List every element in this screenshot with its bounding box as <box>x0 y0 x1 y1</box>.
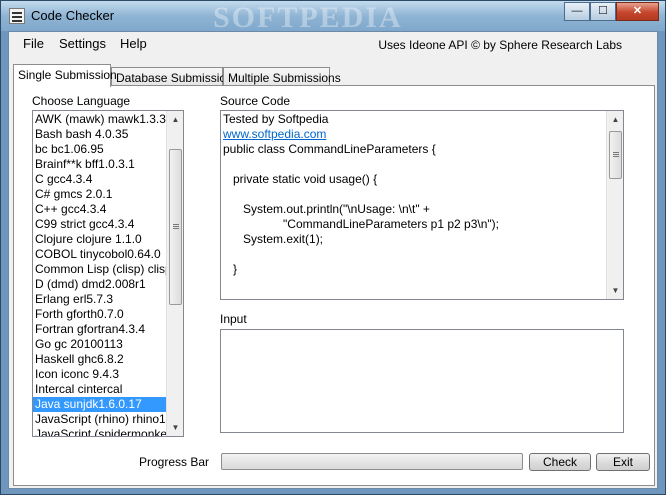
language-option[interactable]: C# gmcs 2.0.1 <box>33 187 166 202</box>
language-option[interactable]: Bash bash 4.0.35 <box>33 127 166 142</box>
language-option[interactable]: bc bc1.06.95 <box>33 142 166 157</box>
source-code-line: private static void usage() { <box>223 172 378 186</box>
app-window: Code Checker SOFTPEDIA — ☐ ✕ File Settin… <box>0 0 666 495</box>
source-code-line: System.exit(1); <box>223 232 324 246</box>
progress-bar <box>221 453 523 470</box>
source-code-line: "CommandLineParameters p1 p2 p3\n"); <box>223 217 499 231</box>
scroll-down-icon[interactable]: ▼ <box>167 419 183 436</box>
language-option[interactable]: C99 strict gcc4.3.4 <box>33 217 166 232</box>
close-button[interactable]: ✕ <box>616 2 659 21</box>
language-option[interactable]: Common Lisp (clisp) clisp 2. <box>33 262 166 277</box>
menu-settings[interactable]: Settings <box>59 36 106 51</box>
language-listbox[interactable]: AWK (mawk) mawk1.3.3 Bash bash 4.0.35 bc b… <box>32 110 184 437</box>
scroll-thumb[interactable] <box>609 131 622 179</box>
thumb-grip-icon <box>613 152 619 153</box>
single-submission-panel: Choose Language AWK (mawk) mawk1.3.3 Bash… <box>13 85 655 486</box>
language-option[interactable]: Icon iconc 9.4.3 <box>33 367 166 382</box>
language-option[interactable]: C++ gcc4.3.4 <box>33 202 166 217</box>
input-textarea[interactable] <box>220 329 624 433</box>
input-label: Input <box>220 312 247 326</box>
client-area: File Settings Help Uses Ideone API © by … <box>8 31 658 489</box>
source-code-lines: Tested by Softpedia www.softpedia.com publ… <box>223 112 608 299</box>
language-option[interactable]: Intercal cintercal <box>33 382 166 397</box>
window-controls: — ☐ ✕ <box>564 2 659 21</box>
language-option[interactable]: Forth gforth0.7.0 <box>33 307 166 322</box>
source-code-line <box>223 247 608 262</box>
language-list: AWK (mawk) mawk1.3.3 Bash bash 4.0.35 bc b… <box>33 112 166 436</box>
scroll-up-icon[interactable]: ▲ <box>167 111 183 128</box>
source-code-line: Tested by Softpedia <box>223 112 329 126</box>
language-option[interactable]: D (dmd) dmd2.008r1 <box>33 277 166 292</box>
source-code-line <box>223 292 608 299</box>
source-code-line: } <box>223 262 238 276</box>
tab-single-submission[interactable]: Single Submission <box>13 64 117 87</box>
source-code-link[interactable]: www.softpedia.com <box>223 127 608 142</box>
language-option[interactable]: Brainf**k bff1.0.3.1 <box>33 157 166 172</box>
title-bar[interactable]: Code Checker SOFTPEDIA — ☐ ✕ <box>1 1 665 34</box>
source-code-line <box>223 187 608 202</box>
tab-database-submission[interactable]: Database Submission <box>111 67 233 87</box>
source-code-textarea[interactable]: Tested by Softpedia www.softpedia.com publ… <box>220 110 624 300</box>
source-code-scrollbar[interactable]: ▲ ▼ <box>606 111 623 299</box>
source-code-line: public class CommandLineParameters { <box>223 142 436 156</box>
scroll-down-icon[interactable]: ▼ <box>607 282 623 299</box>
menu-help[interactable]: Help <box>120 36 147 51</box>
progress-bar-label: Progress Bar <box>139 455 210 469</box>
menu-file[interactable]: File <box>23 36 44 51</box>
thumb-grip-icon <box>173 224 179 225</box>
exit-button[interactable]: Exit <box>596 453 650 471</box>
check-button[interactable]: Check <box>529 453 591 471</box>
scroll-thumb[interactable] <box>169 149 182 305</box>
source-code-line <box>223 277 608 292</box>
tab-multiple-submissions[interactable]: Multiple Submissions <box>223 67 341 87</box>
source-code-line <box>223 157 608 172</box>
language-option[interactable]: Fortran gfortran4.3.4 <box>33 322 166 337</box>
source-code-line: System.out.println("\nUsage: \n\t" + <box>223 202 430 216</box>
menu-bar: File Settings Help Uses Ideone API © by … <box>9 32 657 56</box>
source-code-label: Source Code <box>220 94 291 108</box>
scroll-up-icon[interactable]: ▲ <box>607 111 623 128</box>
app-icon <box>9 8 25 24</box>
choose-language-label: Choose Language <box>32 94 131 108</box>
thumb-grip-icon <box>613 156 619 157</box>
language-option[interactable]: COBOL tinycobol0.64.0 <box>33 247 166 262</box>
language-option[interactable]: JavaScript (rhino) rhino1.6.5 <box>33 412 166 427</box>
language-option[interactable]: Clojure clojure 1.1.0 <box>33 232 166 247</box>
window-title: Code Checker <box>31 8 115 23</box>
minimize-button[interactable]: — <box>564 2 590 21</box>
language-option[interactable]: AWK (mawk) mawk1.3.3 <box>33 112 166 127</box>
thumb-grip-icon <box>173 226 179 227</box>
language-option[interactable]: JavaScript (spidermonkey) s <box>33 427 166 436</box>
softpedia-watermark: SOFTPEDIA <box>213 1 403 34</box>
language-scrollbar[interactable]: ▲ ▼ <box>166 111 183 436</box>
language-option[interactable]: C gcc4.3.4 <box>33 172 166 187</box>
language-option[interactable]: Java sunjdk1.6.0.17 <box>33 397 166 412</box>
thumb-grip-icon <box>613 154 619 155</box>
maximize-button[interactable]: ☐ <box>590 2 616 21</box>
language-option[interactable]: Go gc 20100113 <box>33 337 166 352</box>
language-option[interactable]: Erlang erl5.7.3 <box>33 292 166 307</box>
language-option[interactable]: Haskell ghc6.8.2 <box>33 352 166 367</box>
thumb-grip-icon <box>173 228 179 229</box>
api-credit-label: Uses Ideone API © by Sphere Research Lab… <box>378 38 622 52</box>
